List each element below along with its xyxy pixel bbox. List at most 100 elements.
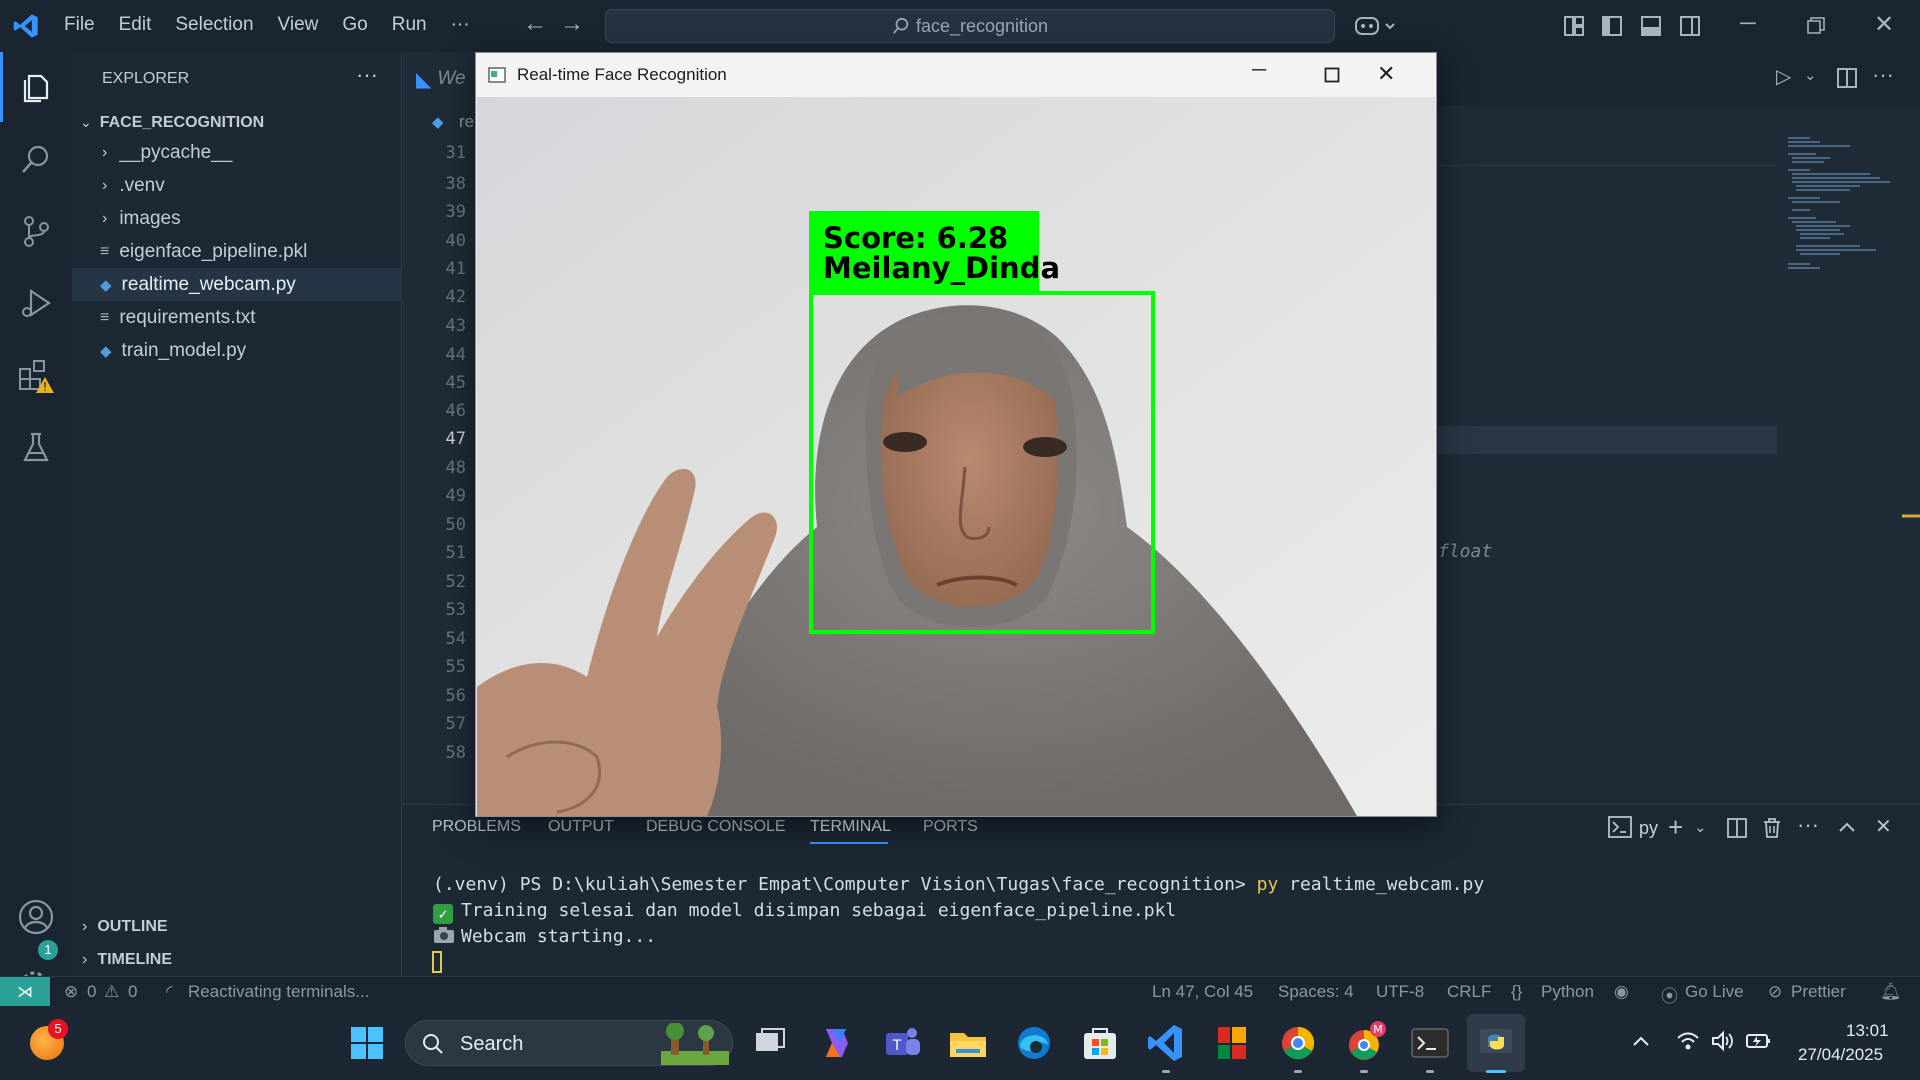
- split-editor-icon[interactable]: [1836, 67, 1858, 89]
- breadcrumb[interactable]: re: [459, 112, 474, 132]
- encoding[interactable]: UTF-8: [1376, 982, 1424, 1002]
- camera-icon: [433, 926, 455, 944]
- run-dropdown-icon[interactable]: ⌄: [1804, 66, 1817, 84]
- close-icon[interactable]: ✕: [1874, 10, 1894, 39]
- back-arrow-icon[interactable]: ←: [523, 10, 547, 38]
- menu-file[interactable]: File: [64, 14, 95, 36]
- tray-chevron-up-icon[interactable]: [1632, 1034, 1650, 1048]
- copilot-app-icon[interactable]: [812, 1019, 860, 1067]
- restore-icon[interactable]: [1807, 17, 1825, 35]
- menu-selection[interactable]: Selection: [175, 14, 253, 36]
- vscode-taskbar-icon[interactable]: [1142, 1019, 1190, 1067]
- toggle-secondary-sidebar-icon[interactable]: [1679, 15, 1701, 37]
- tree-item-requirements[interactable]: ≡ requirements.txt: [72, 301, 402, 334]
- terminal-dropdown-icon[interactable]: ⌄: [1694, 818, 1707, 836]
- warnings-icon[interactable]: ⚠: [104, 982, 119, 1002]
- outline-section[interactable]: › OUTLINE: [72, 910, 402, 943]
- forward-arrow-icon[interactable]: →: [560, 10, 584, 38]
- run-debug-icon[interactable]: [0, 268, 72, 338]
- terminal-shell-name[interactable]: py: [1639, 818, 1658, 839]
- split-terminal-icon[interactable]: [1727, 818, 1747, 838]
- tree-item-pycache[interactable]: › __pycache__: [72, 136, 402, 169]
- menu-view[interactable]: View: [278, 14, 319, 36]
- prettier-status[interactable]: Prettier: [1791, 982, 1846, 1002]
- app-window-icon: [488, 67, 506, 83]
- menu-edit[interactable]: Edit: [119, 14, 152, 36]
- breadcrumb-python-icon: ◆: [432, 114, 444, 131]
- clock-date[interactable]: 27/04/2025: [1798, 1045, 1883, 1065]
- battery-charging-icon[interactable]: [1745, 1030, 1771, 1052]
- chrome-profile-2-icon[interactable]: M: [1340, 1019, 1388, 1067]
- tree-item-venv[interactable]: › .venv: [72, 169, 402, 202]
- copilot-status-icon[interactable]: ◉: [1614, 982, 1629, 1002]
- tree-item-images[interactable]: › images: [72, 202, 402, 235]
- indentation[interactable]: Spaces: 4: [1278, 982, 1354, 1002]
- cursor-position[interactable]: Ln 47, Col 45: [1152, 982, 1253, 1002]
- taskbar-search[interactable]: Search: [405, 1020, 733, 1066]
- extensions-icon[interactable]: !: [0, 340, 72, 410]
- chrome-profile-1-icon[interactable]: [1274, 1019, 1322, 1067]
- editor-tab[interactable]: ◣ We: [402, 52, 477, 106]
- toggle-panel-icon[interactable]: [1640, 15, 1662, 37]
- editor-more-icon[interactable]: ···: [1872, 62, 1894, 88]
- wifi-icon[interactable]: [1676, 1030, 1700, 1052]
- run-file-icon[interactable]: ▷: [1776, 64, 1791, 89]
- explorer-icon[interactable]: [0, 52, 72, 122]
- remote-indicator-icon[interactable]: ⋊: [0, 977, 50, 1007]
- clock-time[interactable]: 13:01: [1846, 1021, 1889, 1041]
- minimize-icon[interactable]: ─: [1740, 10, 1756, 36]
- file-explorer-icon[interactable]: [944, 1019, 992, 1067]
- new-terminal-icon[interactable]: +: [1668, 812, 1683, 843]
- tab-debug-console[interactable]: DEBUG CONSOLE: [646, 818, 786, 836]
- tree-item-realtime-webcam[interactable]: ◆ realtime_webcam.py: [72, 268, 402, 301]
- testing-flask-icon[interactable]: [0, 412, 72, 482]
- menu-more[interactable]: ···: [451, 14, 470, 36]
- edge-browser-icon[interactable]: [1010, 1019, 1058, 1067]
- python-window-icon[interactable]: [1472, 1019, 1520, 1067]
- tab-ports[interactable]: PORTS: [923, 818, 978, 836]
- go-live-button[interactable]: Go Live: [1685, 982, 1744, 1002]
- end-of-line[interactable]: CRLF: [1447, 982, 1491, 1002]
- source-control-icon[interactable]: [0, 196, 72, 266]
- window-maximize-icon[interactable]: [1324, 67, 1340, 83]
- warnings-count[interactable]: 0: [128, 982, 137, 1002]
- tab-output[interactable]: OUTPUT: [548, 818, 614, 836]
- toggle-sidebar-icon[interactable]: [1601, 15, 1623, 37]
- windows-start-icon[interactable]: [343, 1019, 391, 1067]
- maximize-panel-chevron-up-icon[interactable]: [1837, 820, 1857, 834]
- chevron-down-icon: ⌄: [80, 114, 92, 130]
- timeline-section[interactable]: › TIMELINE: [72, 943, 402, 976]
- notifications-bell-icon[interactable]: 🔔︎: [1880, 982, 1902, 1002]
- command-center-search[interactable]: face_recognition: [605, 9, 1335, 43]
- window-minimize-icon[interactable]: ─: [1252, 59, 1266, 82]
- window-close-icon[interactable]: ✕: [1377, 61, 1395, 87]
- terminal-app-icon[interactable]: [1406, 1019, 1454, 1067]
- accounts-icon[interactable]: [0, 882, 72, 952]
- menu-run[interactable]: Run: [392, 14, 427, 36]
- tree-item-train-model[interactable]: ◆ train_model.py: [72, 334, 402, 367]
- menu-go[interactable]: Go: [342, 14, 367, 36]
- errors-icon[interactable]: ⊗: [64, 982, 78, 1002]
- minimap[interactable]: [1780, 134, 1920, 774]
- panel-more-icon[interactable]: ···: [1797, 812, 1819, 838]
- close-panel-icon[interactable]: ✕: [1875, 814, 1892, 839]
- kill-terminal-trash-icon[interactable]: [1762, 817, 1782, 839]
- microsoft-store-icon[interactable]: [1076, 1019, 1124, 1067]
- language-mode[interactable]: Python: [1541, 982, 1594, 1002]
- task-view-icon[interactable]: [746, 1019, 794, 1067]
- errors-count[interactable]: 0: [87, 982, 96, 1002]
- copilot-icon[interactable]: [1354, 14, 1398, 38]
- line-number: 45: [445, 373, 466, 393]
- workspace-folder[interactable]: ⌄ FACE_RECOGNITION: [72, 106, 402, 139]
- tree-item-eigenface-pipeline[interactable]: ≡ eigenface_pipeline.pkl: [72, 235, 402, 268]
- tab-terminal[interactable]: TERMINAL: [810, 818, 891, 836]
- teams-icon[interactable]: T: [878, 1019, 926, 1067]
- colorful-app-icon[interactable]: [1208, 1019, 1256, 1067]
- customize-layout-icon[interactable]: [1563, 15, 1585, 37]
- volume-icon[interactable]: [1710, 1030, 1734, 1052]
- search-activity-icon[interactable]: [0, 124, 72, 194]
- explorer-more-icon[interactable]: ···: [356, 62, 378, 88]
- terminal-shell-icon[interactable]: [1608, 816, 1632, 838]
- window-title-bar[interactable]: Real-time Face Recognition ─ ✕: [476, 53, 1436, 97]
- tab-problems[interactable]: PROBLEMS: [432, 818, 521, 836]
